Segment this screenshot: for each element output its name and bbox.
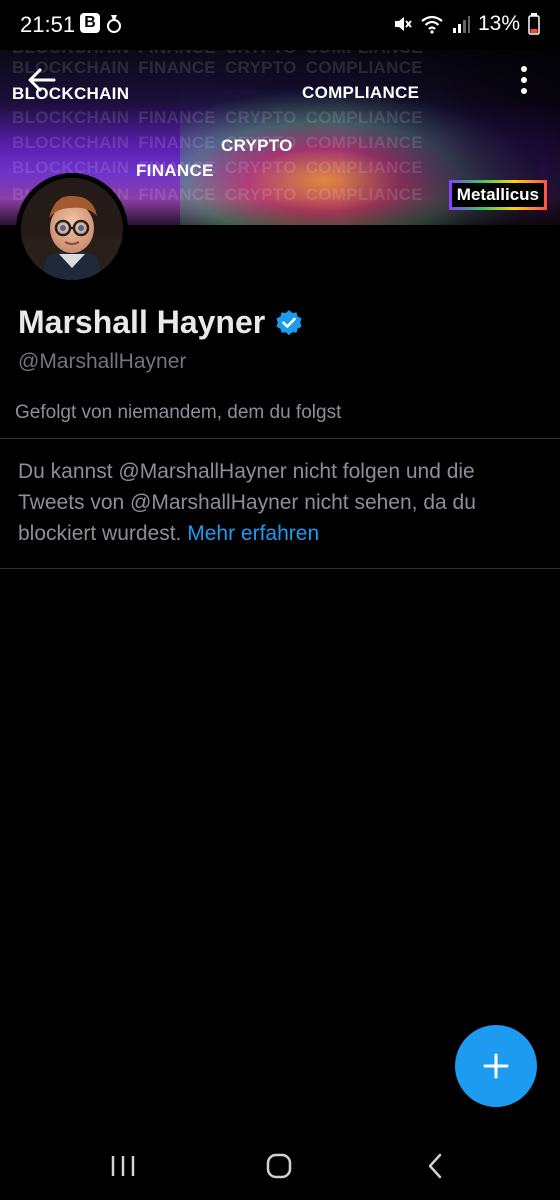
banner-pattern-row: BLOCKCHAINFINANCECRYPTOCOMPLIANCE — [12, 108, 423, 127]
more-vertical-icon — [521, 66, 527, 94]
chevron-left-icon — [428, 1153, 442, 1179]
compose-tweet-button[interactable] — [455, 1025, 537, 1107]
notification-app-icon: B — [80, 13, 100, 33]
brand-logo: Metallicus — [449, 180, 547, 210]
more-options-button[interactable] — [518, 64, 530, 96]
system-navigation-bar — [0, 1130, 560, 1200]
avatar-image — [21, 178, 123, 280]
divider — [0, 568, 560, 569]
learn-more-link[interactable]: Mehr erfahren — [187, 522, 319, 545]
arrow-left-icon — [28, 68, 56, 92]
system-back-button[interactable] — [415, 1150, 455, 1182]
divider — [0, 438, 560, 439]
banner-word-crypto: CRYPTO — [221, 136, 293, 155]
signal-icon — [452, 16, 470, 33]
plus-icon — [483, 1053, 509, 1079]
home-button[interactable] — [259, 1150, 299, 1182]
followed-by-text: Gefolgt von niemandem, dem du folgst — [15, 402, 342, 423]
profile-name: Marshall Hayner — [18, 304, 266, 340]
status-bar: 21:51 B 13% — [0, 0, 560, 50]
mute-icon — [394, 17, 412, 31]
notification-icon — [105, 12, 123, 40]
status-indicators: 13% — [392, 12, 540, 36]
recent-apps-button[interactable] — [103, 1150, 143, 1182]
avatar[interactable] — [16, 173, 128, 285]
banner-word-compliance: COMPLIANCE — [302, 83, 420, 102]
banner-pattern-row: BLOCKCHAINFINANCECRYPTOCOMPLIANCE — [12, 58, 423, 77]
banner-pattern-row: BLOCKCHAINFINANCECRYPTOCOMPLIANCE — [12, 50, 432, 58]
verified-badge-icon — [276, 309, 302, 335]
battery-percentage: 13% — [477, 12, 520, 35]
home-icon — [266, 1153, 292, 1179]
wifi-icon — [421, 15, 443, 34]
banner-word-finance: FINANCE — [136, 161, 214, 180]
status-time: 21:51 — [20, 12, 76, 37]
blocked-notice: Du kannst @MarshallHayner nicht folgen u… — [18, 456, 538, 549]
profile-handle: @MarshallHayner — [18, 350, 187, 373]
back-button[interactable] — [26, 64, 58, 96]
profile-name-row: Marshall Hayner — [18, 304, 303, 341]
battery-icon — [528, 13, 540, 35]
recent-apps-icon — [111, 1156, 135, 1176]
